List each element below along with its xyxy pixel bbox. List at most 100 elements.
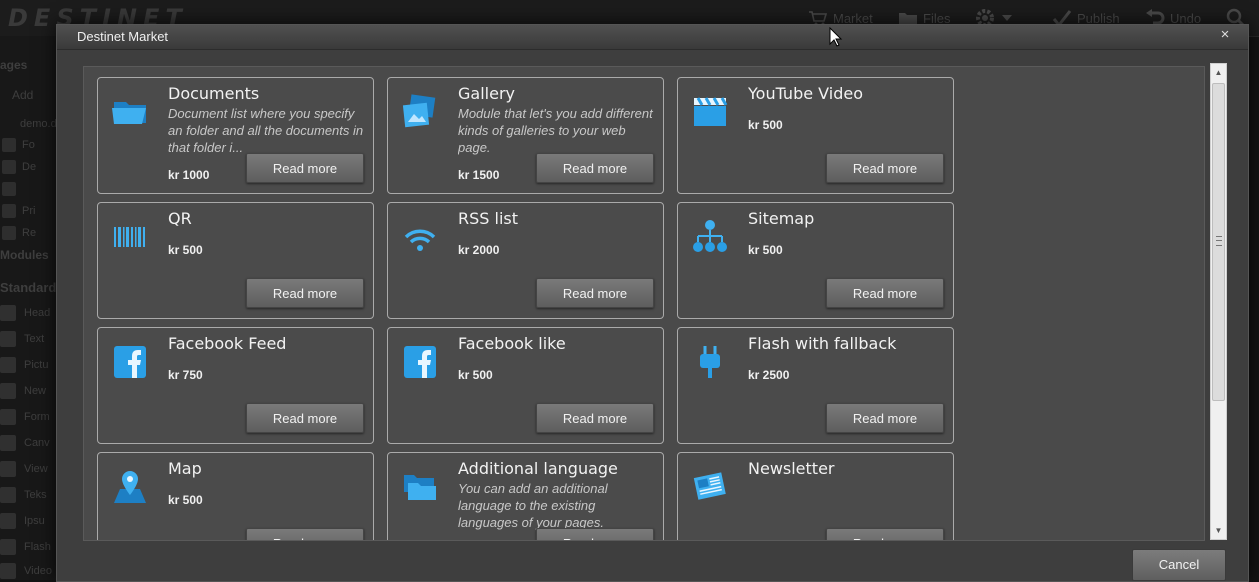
- market-list: Documents Document list where you specif…: [83, 66, 1205, 541]
- cancel-button[interactable]: Cancel: [1132, 549, 1226, 581]
- read-more-button[interactable]: Read more: [246, 403, 364, 433]
- read-more-button[interactable]: Read more: [826, 153, 944, 183]
- page-icon: [2, 182, 16, 196]
- module-tile-youtube-video: YouTube Video kr 500 Read more: [677, 77, 954, 194]
- page-icon: [2, 204, 16, 218]
- background-sidebar: ages Add demo.d Fo De Pri Re Modules Sta…: [0, 36, 60, 580]
- folders-icon: [400, 467, 440, 507]
- tile-price: kr 1000: [168, 168, 210, 182]
- tree-item[interactable]: Re: [0, 224, 62, 242]
- scroll-up-arrow-icon[interactable]: ▲: [1211, 64, 1226, 81]
- tile-title: YouTube Video: [748, 84, 863, 103]
- barcode-icon: [110, 217, 150, 257]
- scroll-down-arrow-icon[interactable]: ▼: [1211, 522, 1226, 539]
- dialog-header[interactable]: Destinet Market ×: [57, 25, 1248, 50]
- read-more-button[interactable]: Read more: [536, 278, 654, 308]
- module-tile-map: Map kr 500 Read more: [97, 452, 374, 540]
- read-more-button[interactable]: Read more: [826, 528, 944, 540]
- read-more-button[interactable]: Read more: [246, 153, 364, 183]
- module-item[interactable]: Ipsu: [0, 512, 60, 530]
- read-more-button[interactable]: Read more: [246, 278, 364, 308]
- tile-title: Sitemap: [748, 209, 815, 228]
- tile-price: kr 2500: [748, 368, 790, 382]
- module-tile-facebook-like: Facebook like kr 500 Read more: [387, 327, 664, 444]
- tile-price: kr 500: [168, 493, 203, 507]
- module-icon: [0, 383, 16, 399]
- market-dialog: Destinet Market × Documents Document lis…: [56, 24, 1249, 582]
- module-item[interactable]: Pictu: [0, 356, 60, 374]
- standard-heading: Standard: [0, 280, 57, 295]
- tile-title: Documents: [168, 84, 260, 103]
- clapperboard-icon: [690, 92, 730, 132]
- vertical-scrollbar[interactable]: ▲ ▼: [1210, 63, 1227, 540]
- facebook-icon: [110, 342, 150, 382]
- module-tile-newsletter: Newsletter Read more: [677, 452, 954, 540]
- tile-description: Document list where you specify an folde…: [168, 106, 364, 155]
- read-more-button[interactable]: Read more: [536, 403, 654, 433]
- pages-heading: ages: [0, 58, 28, 72]
- module-tile-rss-list: RSS list kr 2000 Read more: [387, 202, 664, 319]
- module-icon: [0, 409, 16, 425]
- plug-icon: [690, 342, 730, 382]
- tile-title: Newsletter: [748, 459, 835, 478]
- module-item[interactable]: Head: [0, 304, 60, 322]
- sitemap-icon: [690, 217, 730, 257]
- module-tile-facebook-feed: Facebook Feed kr 750 Read more: [97, 327, 374, 444]
- module-item[interactable]: Video: [0, 562, 60, 580]
- module-item[interactable]: Text: [0, 330, 60, 348]
- gallery-icon: [400, 92, 440, 132]
- module-item[interactable]: Form: [0, 408, 60, 426]
- module-tile-gallery: Gallery Module that let's you add differ…: [387, 77, 664, 194]
- folder-icon: [110, 92, 150, 132]
- tile-title: Facebook like: [458, 334, 566, 353]
- tree-item[interactable]: Fo: [0, 136, 62, 154]
- tile-title: QR: [168, 209, 192, 228]
- tile-title: Flash with fallback: [748, 334, 897, 353]
- tile-description: Module that let's you add different kind…: [458, 106, 653, 155]
- tile-title: Gallery: [458, 84, 515, 103]
- module-icon: [0, 357, 16, 373]
- page-icon: [2, 160, 16, 174]
- module-tile-sitemap: Sitemap kr 500 Read more: [677, 202, 954, 319]
- module-item[interactable]: View: [0, 460, 60, 478]
- newspaper-icon: [690, 467, 730, 507]
- read-more-button[interactable]: Read more: [536, 153, 654, 183]
- read-more-button[interactable]: Read more: [536, 528, 654, 540]
- page-icon: [2, 226, 16, 240]
- module-item[interactable]: Canv: [0, 434, 60, 452]
- chevron-down-icon: [1002, 14, 1012, 22]
- module-icon: [0, 487, 16, 503]
- wifi-icon: [400, 217, 440, 257]
- tile-price: kr 500: [748, 118, 783, 132]
- grip-icon: [1216, 236, 1222, 246]
- read-more-button[interactable]: Read more: [246, 528, 364, 540]
- close-icon[interactable]: ×: [1216, 26, 1234, 46]
- site-label[interactable]: demo.d: [20, 118, 57, 130]
- tile-price: kr 500: [458, 368, 493, 382]
- module-icon: [0, 539, 16, 555]
- tile-title: Map: [168, 459, 202, 478]
- facebook-icon: [400, 342, 440, 382]
- map-pin-icon: [110, 467, 150, 507]
- scrollbar-thumb[interactable]: [1212, 83, 1225, 401]
- module-icon: [0, 563, 16, 579]
- tree-item[interactable]: [0, 180, 62, 198]
- tree-item[interactable]: Pri: [0, 202, 62, 220]
- read-more-button[interactable]: Read more: [826, 278, 944, 308]
- module-tile-flash-with-fallback: Flash with fallback kr 2500 Read more: [677, 327, 954, 444]
- module-item[interactable]: New: [0, 382, 60, 400]
- tile-title: RSS list: [458, 209, 519, 228]
- dialog-title: Destinet Market: [77, 29, 169, 44]
- read-more-button[interactable]: Read more: [826, 403, 944, 433]
- module-icon: [0, 513, 16, 529]
- module-item[interactable]: Teks: [0, 486, 60, 504]
- tile-price: kr 750: [168, 368, 203, 382]
- modules-heading: Modules: [0, 248, 49, 262]
- tile-title: Additional language: [458, 459, 618, 478]
- add-page-link[interactable]: Add: [12, 88, 33, 102]
- tree-item[interactable]: De: [0, 158, 62, 176]
- tile-title: Facebook Feed: [168, 334, 287, 353]
- tile-description: You can add an additional language to th…: [458, 481, 608, 530]
- module-item[interactable]: Flash: [0, 538, 60, 556]
- module-icon: [0, 305, 16, 321]
